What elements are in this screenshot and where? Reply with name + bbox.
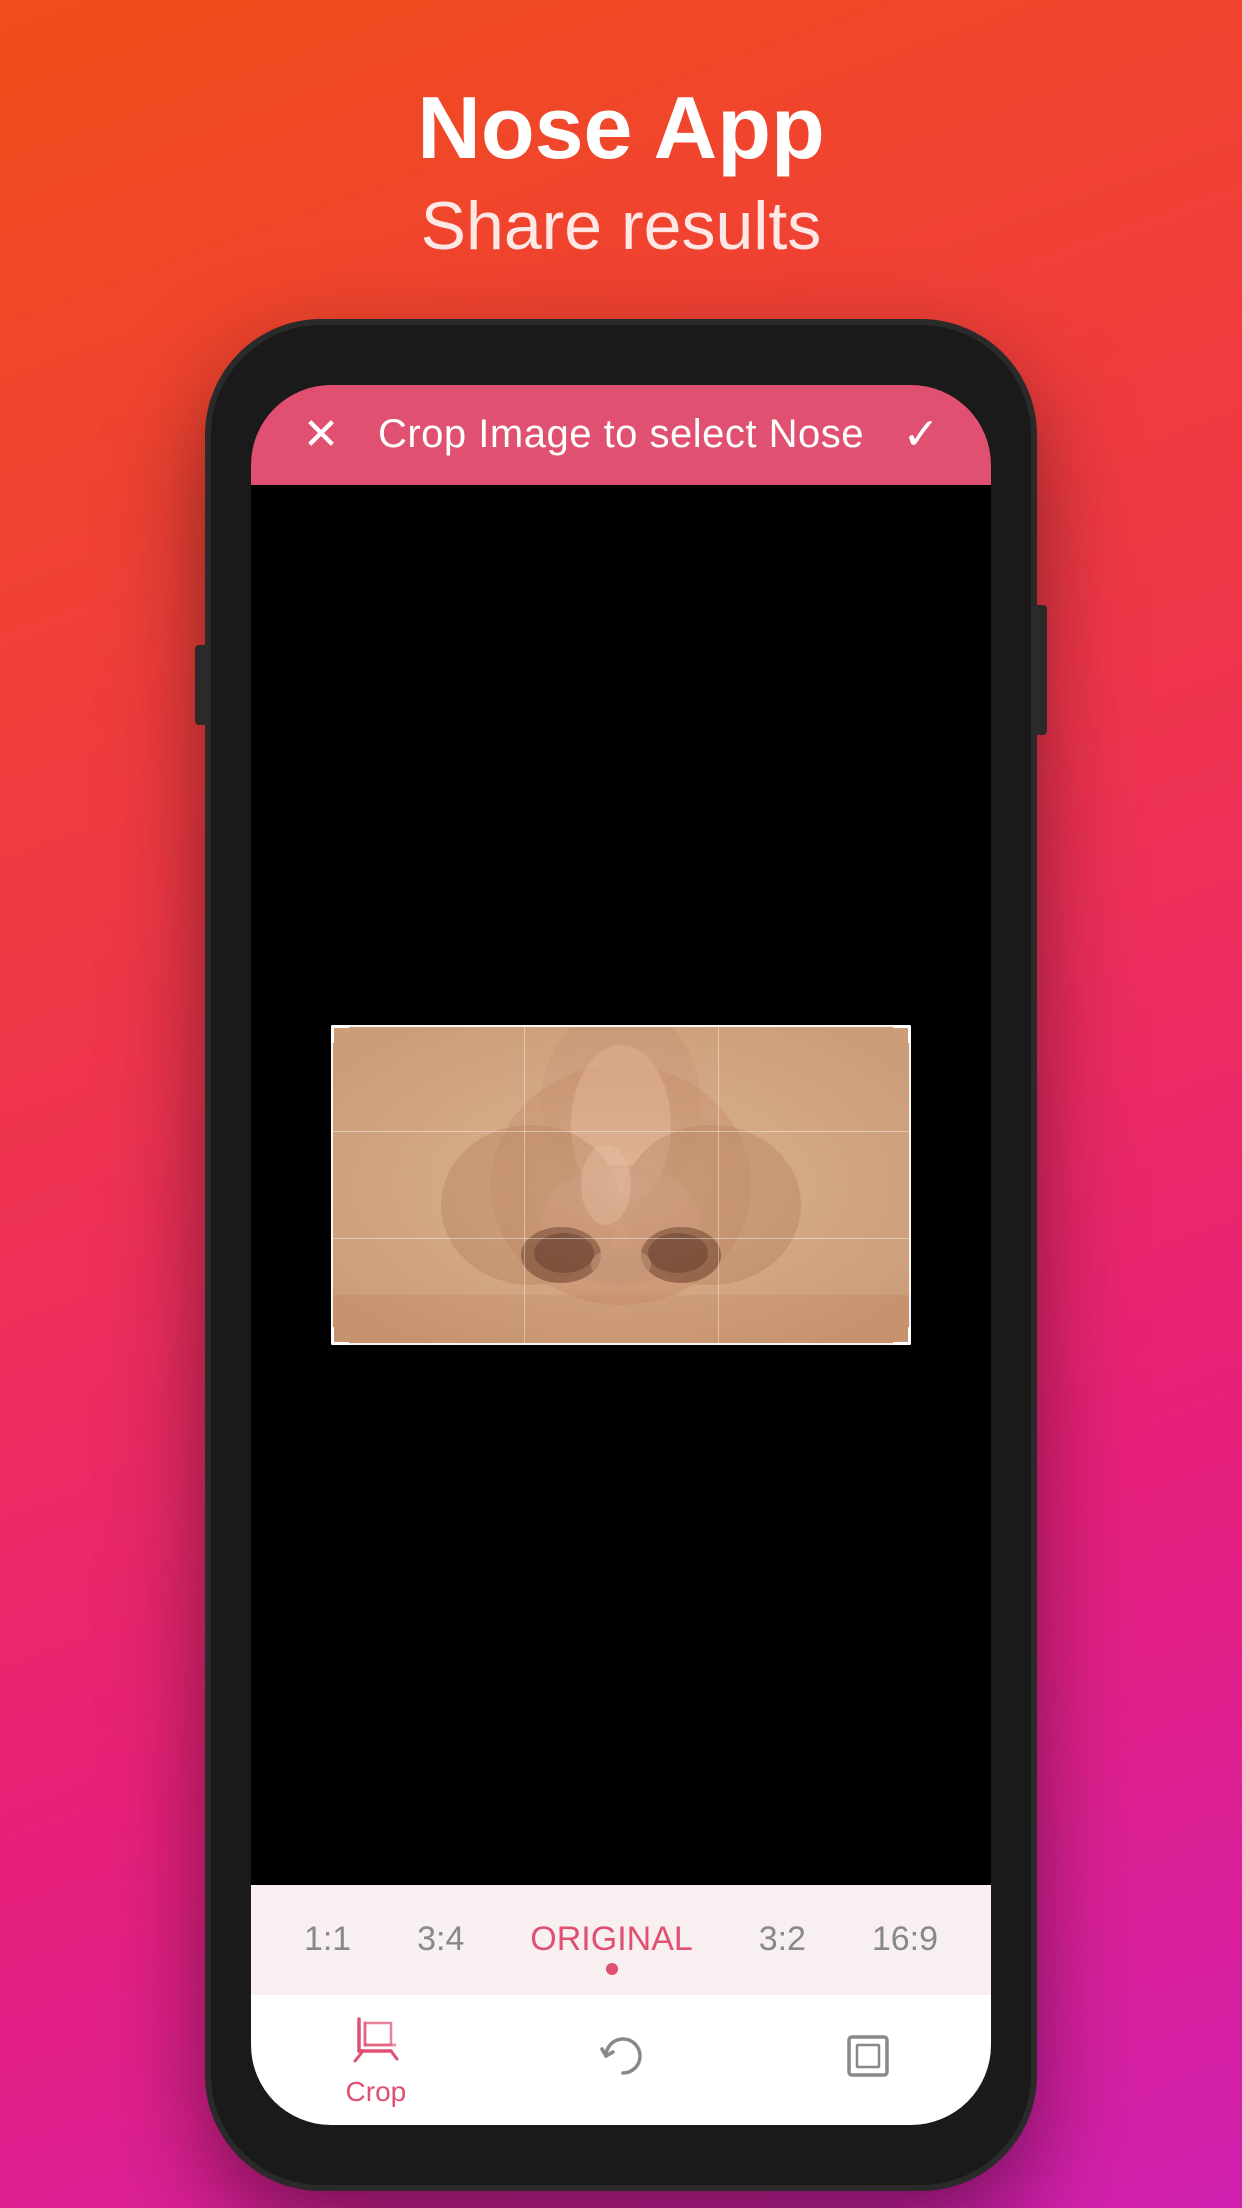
crop-main-area[interactable] bbox=[251, 485, 991, 1885]
rotate-tool[interactable] bbox=[595, 2028, 651, 2092]
ratio-3-4[interactable]: 3:4 bbox=[397, 1910, 484, 1969]
nose-image bbox=[331, 1025, 911, 1345]
corner-bl[interactable] bbox=[331, 1327, 349, 1345]
ratio-active-dot bbox=[606, 1963, 618, 1975]
app-subtitle: Share results bbox=[0, 187, 1242, 265]
corner-tl[interactable] bbox=[331, 1025, 349, 1043]
corner-tr[interactable] bbox=[893, 1025, 911, 1043]
ratio-original[interactable]: ORIGINAL bbox=[510, 1910, 712, 1969]
corner-br[interactable] bbox=[893, 1327, 911, 1345]
expand-icon bbox=[840, 2028, 896, 2084]
crop-header: ✕ Crop Image to select Nose ✓ bbox=[251, 385, 991, 485]
rotate-icon bbox=[595, 2028, 651, 2084]
ratio-1-1[interactable]: 1:1 bbox=[284, 1910, 371, 1969]
ratio-3-2[interactable]: 3:2 bbox=[739, 1910, 826, 1969]
close-icon[interactable]: ✕ bbox=[291, 409, 351, 460]
bottom-toolbar: Crop bbox=[251, 1995, 991, 2125]
expand-tool[interactable] bbox=[840, 2028, 896, 2092]
app-header: Nose App Share results bbox=[0, 0, 1242, 325]
crop-tool[interactable]: Crop bbox=[346, 2012, 407, 2108]
crop-label: Crop bbox=[346, 2076, 407, 2108]
crop-border[interactable] bbox=[331, 1025, 911, 1345]
crop-image-container[interactable] bbox=[331, 1025, 911, 1345]
crop-icon bbox=[348, 2012, 404, 2068]
phone-screen: ✕ Crop Image to select Nose ✓ bbox=[251, 385, 991, 2125]
ratio-16-9[interactable]: 16:9 bbox=[852, 1910, 958, 1969]
app-title: Nose App bbox=[0, 80, 1242, 177]
ratio-bar: 1:1 3:4 ORIGINAL 3:2 16:9 bbox=[251, 1885, 991, 1995]
confirm-icon[interactable]: ✓ bbox=[891, 409, 951, 460]
phone-frame: ✕ Crop Image to select Nose ✓ bbox=[211, 325, 1031, 2185]
crop-header-title: Crop Image to select Nose bbox=[378, 412, 864, 457]
